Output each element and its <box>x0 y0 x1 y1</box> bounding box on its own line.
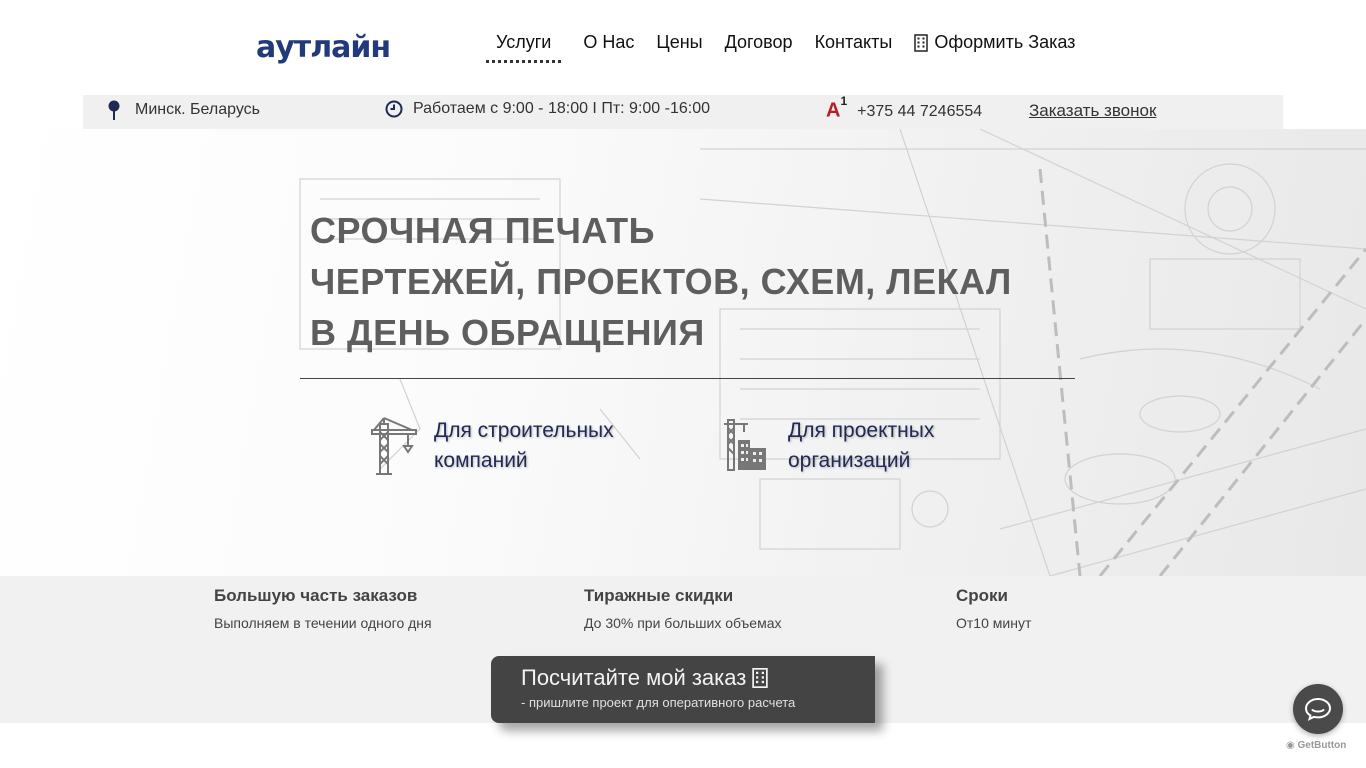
logo-text: аутлайн <box>256 30 391 65</box>
feature-discounts: Тиражные скидки До 30% при больших объем… <box>584 586 782 631</box>
location-text: Минск. Беларусь <box>135 101 260 118</box>
chat-bubble-icon <box>1304 697 1332 721</box>
calculate-order-button[interactable]: Посчитайте мой заказ - пришлите проект д… <box>491 656 875 723</box>
feature-title: Тиражные скидки <box>584 586 734 605</box>
working-hours: Работаем с 9:00 - 18:00 I Пт: 9:00 -16:0… <box>385 100 710 118</box>
map-pin-icon <box>108 100 120 120</box>
building-icon <box>752 668 769 688</box>
cta-subtitle: - пришлите проект для оперативного расче… <box>521 695 796 710</box>
hero-heading-line-1: СРОЧНАЯ ПЕЧАТЬ <box>310 210 655 251</box>
feature-text: До 30% при больших объемах <box>584 615 782 631</box>
service-label: Для проектных организаций <box>788 419 935 472</box>
main-nav: Услуги О Нас Цены Договор Контакты Оформ… <box>486 32 1097 63</box>
site-header: аутлайн Услуги О Нас Цены Договор Контак… <box>0 0 1366 90</box>
nav-item-order[interactable]: Оформить Заказ <box>914 32 1075 53</box>
phone-number[interactable]: +375 44 7246554 <box>857 103 982 121</box>
feature-deadlines: Сроки От10 минут <box>956 586 1031 631</box>
nav-item-services[interactable]: Услуги <box>486 32 562 63</box>
feature-title: Большую часть заказов <box>214 586 418 605</box>
nav-item-about[interactable]: О Нас <box>583 32 634 53</box>
hero-divider <box>300 378 1075 379</box>
service-construction-companies[interactable]: Для строительных компаний <box>368 416 614 482</box>
crane-icon <box>371 417 417 475</box>
nav-item-prices[interactable]: Цены <box>656 32 702 53</box>
site-logo[interactable]: аутлайн <box>256 26 391 66</box>
hours-text: Работаем с 9:00 - 18:00 I Пт: 9:00 -16:0… <box>413 100 710 117</box>
hero-heading-line-3: В ДЕНЬ ОБРАЩЕНИЯ <box>310 312 705 353</box>
feature-fast-orders: Большую часть заказов Выполняем в течени… <box>214 586 432 631</box>
service-design-organizations[interactable]: Для проектных организаций <box>722 416 934 482</box>
nav-item-contract[interactable]: Договор <box>725 32 793 53</box>
callback-link[interactable]: Заказать звонок <box>1029 101 1156 121</box>
nav-item-contacts[interactable]: Контакты <box>815 32 893 53</box>
getbutton-logo-icon: ◉ <box>1286 740 1295 751</box>
service-label: Для строительных компаний <box>434 419 614 472</box>
phone-block[interactable]: A1 +375 44 7246554 <box>826 94 982 125</box>
building-crane-icon <box>724 419 766 471</box>
hero-section: СРОЧНАЯ ПЕЧАТЬ ЧЕРТЕЖЕЙ, ПРОЕКТОВ, СХЕМ,… <box>0 129 1366 576</box>
feature-text: Выполняем в течении одного дня <box>214 615 432 631</box>
feature-title: Сроки <box>956 586 1009 605</box>
feature-text: От10 минут <box>956 615 1032 631</box>
location: Минск. Беларусь <box>107 100 260 120</box>
clock-icon <box>385 100 403 118</box>
hero-heading-line-2: ЧЕРТЕЖЕЙ, ПРОЕКТОВ, СХЕМ, ЛЕКАЛ <box>310 261 1012 302</box>
building-icon <box>914 33 929 52</box>
hero-heading: СРОЧНАЯ ПЕЧАТЬ ЧЕРТЕЖЕЙ, ПРОЕКТОВ, СХЕМ,… <box>310 205 1012 358</box>
cta-title: Посчитайте мой заказ <box>521 665 845 691</box>
order-label: Оформить Заказ <box>934 32 1076 52</box>
contact-bar: Минск. Беларусь Работаем с 9:00 - 18:00 … <box>83 94 1283 129</box>
getbutton-brand[interactable]: ◉ GetButton <box>1286 740 1346 751</box>
a1-operator-icon: A1 <box>826 94 848 122</box>
chat-widget-button[interactable] <box>1293 684 1343 734</box>
